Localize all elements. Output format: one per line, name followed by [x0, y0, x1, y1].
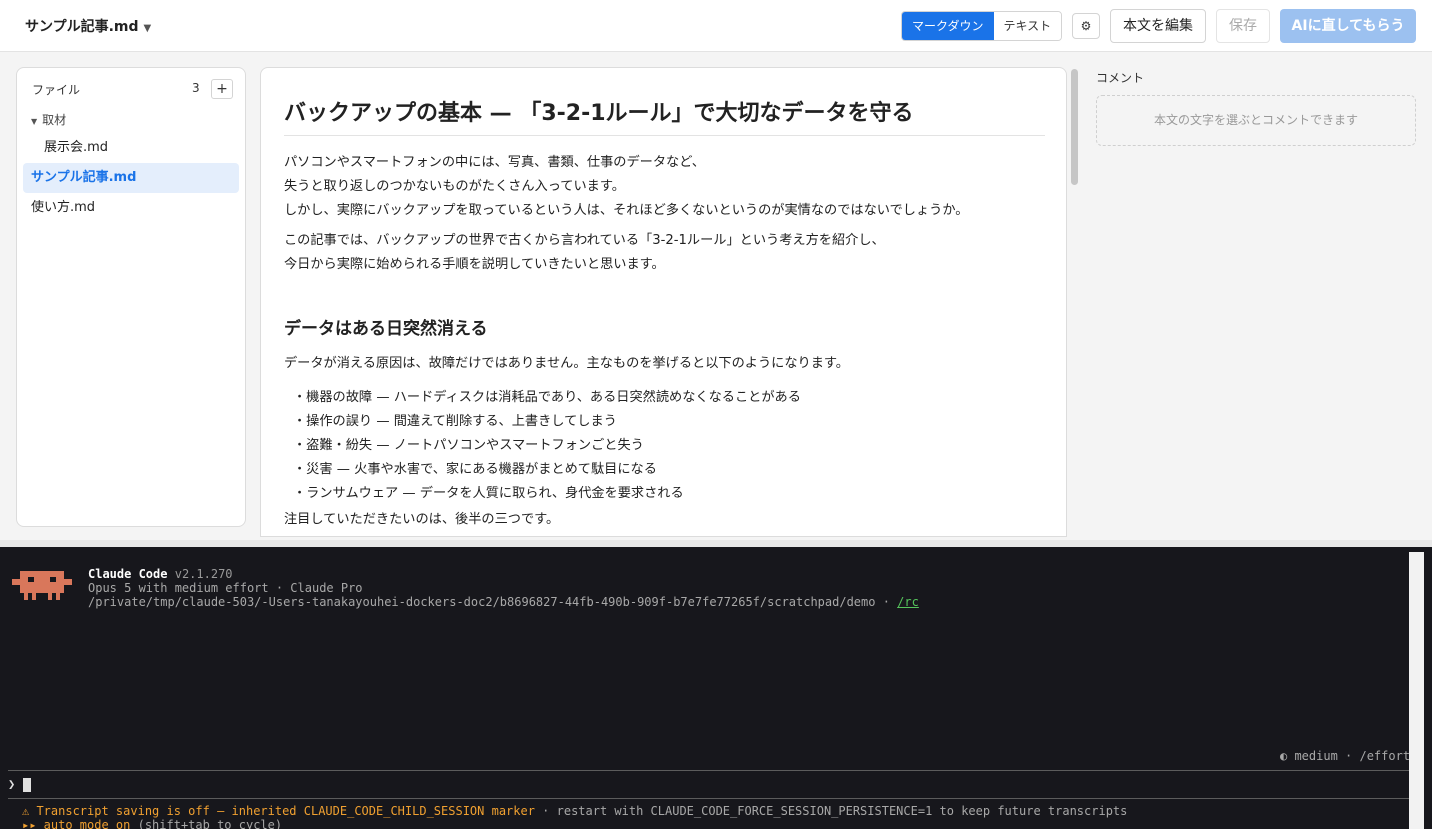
- file-item-active[interactable]: サンプル記事.md: [23, 163, 239, 193]
- warning-text: ⚠ Transcript saving is off — inherited C…: [22, 804, 535, 818]
- paragraph-line: パソコンやスマートフォンの中には、写真、書類、仕事のデータなど、: [284, 155, 705, 170]
- input-top-rule: [8, 770, 1424, 771]
- paragraph-line: しかし、実際にバックアップを取っているという人は、それほど多くないというのが実情…: [284, 203, 969, 218]
- rc-link[interactable]: /rc: [897, 595, 919, 609]
- markdown-view-button[interactable]: マークダウン: [902, 12, 994, 40]
- terminal-input-cursor[interactable]: [23, 778, 31, 792]
- save-button[interactable]: 保存: [1216, 9, 1270, 43]
- file-sidebar: ファイル 3 + ▼ 取材 展示会.md サンプル記事.md 使い方.md: [16, 67, 246, 527]
- folder-toggle[interactable]: ▼ 取材: [31, 111, 66, 128]
- auto-mode-status: ▸▸ auto mode on: [22, 818, 131, 829]
- file-item[interactable]: 使い方.md: [23, 193, 239, 223]
- edit-body-button[interactable]: 本文を編集: [1110, 9, 1206, 43]
- scrollbar-thumb[interactable]: [1071, 69, 1078, 185]
- list-item: ・災害 — 火事や水害で、家にある機器がまとめて駄目になる: [293, 462, 657, 477]
- pane-resize-handle[interactable]: [0, 540, 1432, 547]
- file-count: 3: [192, 81, 200, 95]
- list-item: ・操作の誤り — 間違えて削除する、上書きしてしまう: [293, 414, 617, 429]
- claude-mascot-icon: [12, 571, 72, 600]
- path-line: /private/tmp/claude-503/-Users-tanakayou…: [88, 595, 919, 609]
- paragraph-line: 注目していただきたいのは、後半の三つです。: [284, 512, 560, 527]
- section-heading: データはある日突然消える: [284, 319, 488, 339]
- file-item[interactable]: 展示会.md: [23, 133, 239, 163]
- ai-fix-button[interactable]: AIに直してもらう: [1280, 9, 1416, 43]
- auto-mode-line: ▸▸ auto mode on (shift+tab to cycle): [22, 818, 282, 829]
- comments-heading: コメント: [1096, 71, 1145, 85]
- document-heading: バックアップの基本 — 「3-2-1ルール」で大切なデータを守る: [284, 95, 1045, 136]
- terminal-scrollbar[interactable]: [1409, 552, 1424, 829]
- working-path: /private/tmp/claude-503/-Users-tanakayou…: [88, 595, 898, 609]
- effort-status: ◐ medium · /effort: [1280, 749, 1411, 763]
- list-item: ・ランサムウェア — データを人質に取られ、身代金を要求される: [293, 486, 684, 501]
- model-line: Opus 5 with medium effort · Claude Pro: [88, 581, 363, 595]
- chevron-down-icon: ▼: [143, 23, 152, 34]
- terminal-panel[interactable]: Claude Code v2.1.270 Opus 5 with medium …: [0, 547, 1432, 829]
- auto-mode-hint: (shift+tab to cycle): [130, 818, 283, 829]
- paragraph-line: 失うと取り返しのつかないものがたくさん入っています。: [284, 179, 625, 194]
- view-mode-toggle: マークダウン テキスト: [901, 11, 1063, 41]
- paragraph-line: データが消える原因は、故障だけではありません。主なものを挙げると以下のようになり…: [284, 356, 849, 371]
- list-item: ・盗難・紛失 — ノートパソコンやスマートフォンごと失う: [293, 438, 644, 453]
- document-preview[interactable]: バックアップの基本 — 「3-2-1ルール」で大切なデータを守る パソコンやスマ…: [260, 67, 1067, 537]
- triangle-down-icon: ▼: [31, 117, 38, 126]
- add-file-button[interactable]: +: [211, 79, 233, 99]
- input-bottom-rule: [8, 798, 1424, 799]
- top-bar: サンプル記事.md ▼ マークダウン テキスト ⚙ 本文を編集 保存 AIに直して…: [0, 0, 1432, 52]
- comments-empty-box: 本文の文字を選ぶとコメントできます: [1096, 95, 1416, 146]
- warning-hint: · restart with CLAUDE_CODE_FORCE_SESSION…: [534, 804, 1128, 818]
- settings-button[interactable]: ⚙: [1072, 13, 1100, 39]
- document-title: サンプル記事.md: [25, 19, 139, 35]
- paragraph-line: 今日から実際に始められる手順を説明していきたいと思います。: [284, 257, 665, 272]
- plus-icon: +: [216, 81, 228, 97]
- folder-label: 取材: [42, 113, 67, 127]
- gear-icon: ⚙: [1080, 19, 1092, 33]
- document-title-dropdown[interactable]: サンプル記事.md ▼: [25, 16, 151, 36]
- terminal-app-title: Claude Code v2.1.270: [88, 567, 233, 581]
- paragraph-line: この記事では、バックアップの世界で古くから言われている「3-2-1ルール」という…: [284, 233, 885, 248]
- prompt-glyph: ❯: [8, 777, 16, 791]
- editor-scrollbar[interactable]: [1069, 67, 1081, 537]
- app-version: v2.1.270: [174, 567, 233, 581]
- list-item: ・機器の故障 — ハードディスクは消耗品であり、ある日突然読めなくなることがある: [293, 390, 801, 405]
- files-heading: ファイル: [32, 83, 81, 97]
- app-name: Claude Code: [88, 567, 168, 581]
- text-view-button[interactable]: テキスト: [993, 12, 1062, 40]
- warning-line: ⚠ Transcript saving is off — inherited C…: [22, 804, 1127, 818]
